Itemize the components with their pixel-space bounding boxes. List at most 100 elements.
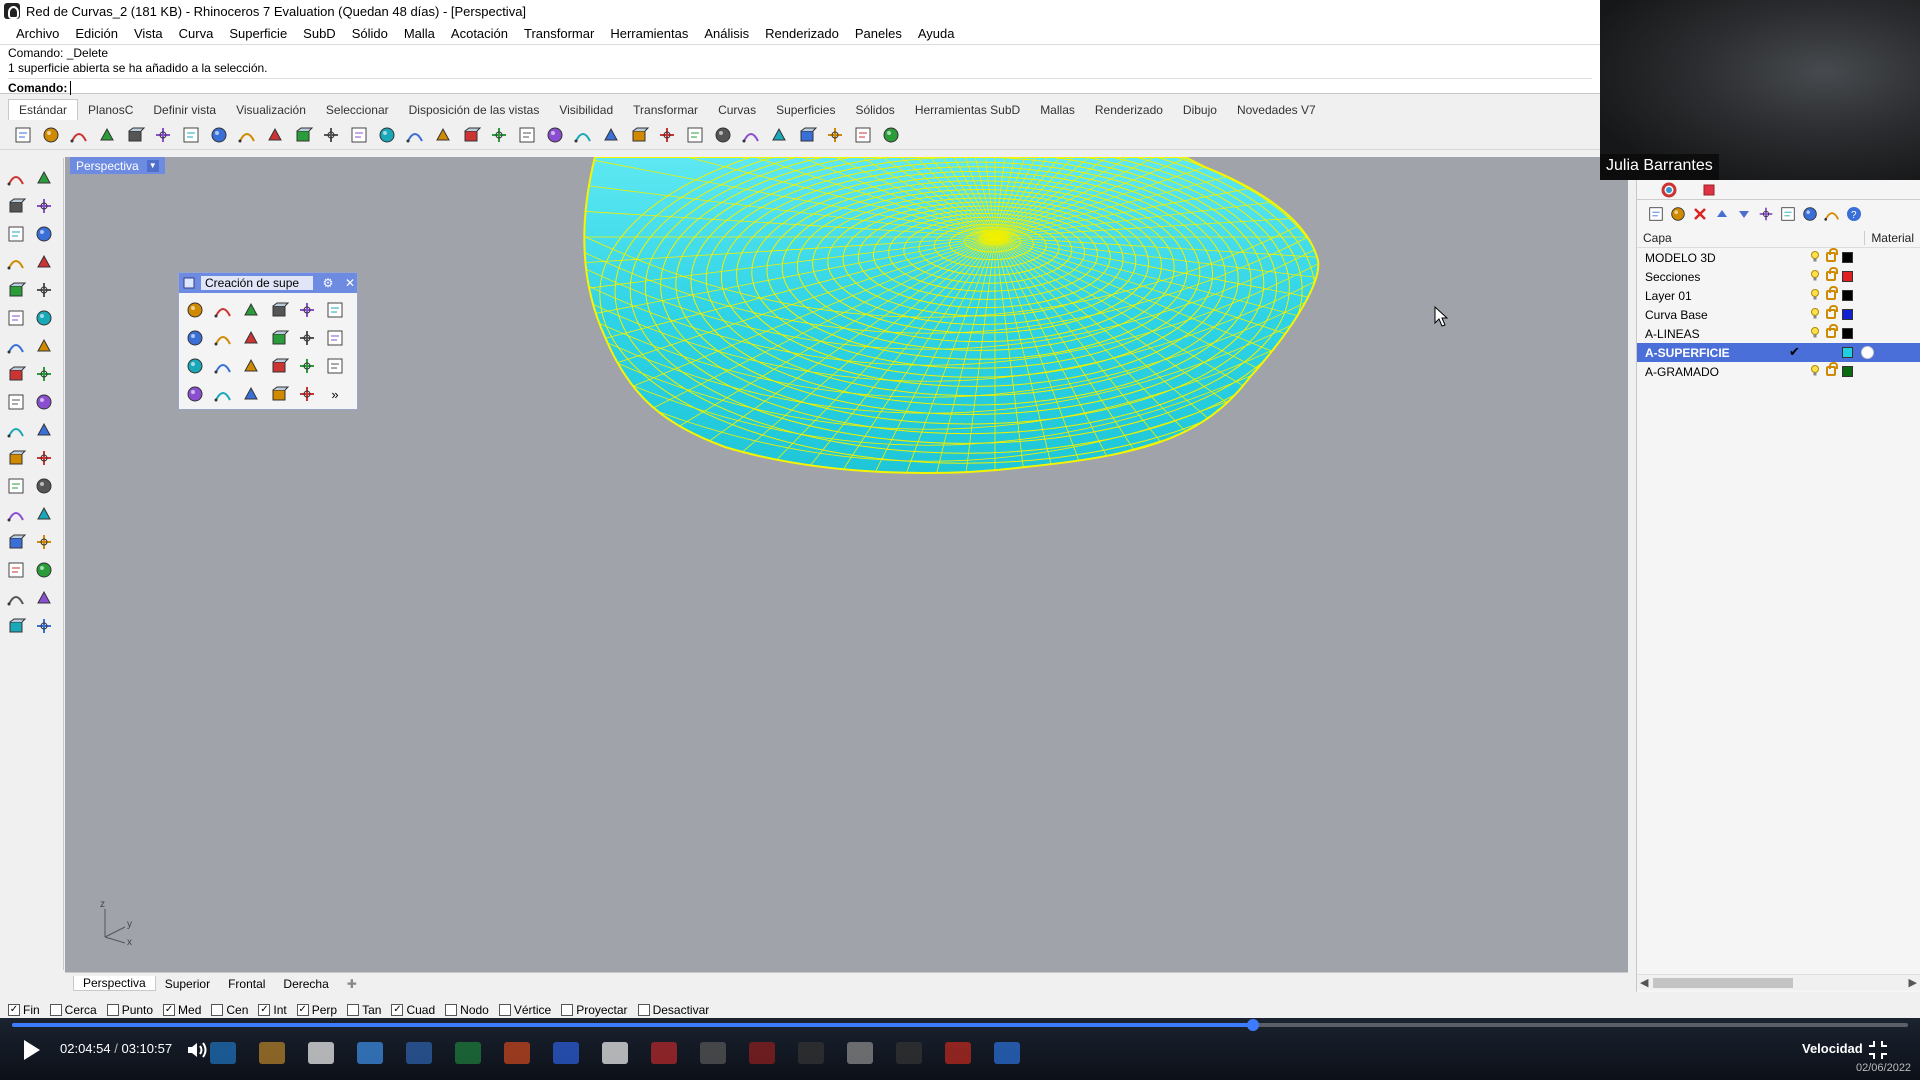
bulb-icon[interactable] bbox=[1810, 308, 1820, 320]
toolbar-tab[interactable]: Definir vista bbox=[143, 100, 226, 120]
toolbar-tab[interactable]: Visibilidad bbox=[549, 100, 623, 120]
surface-creation-toolbox[interactable]: Creación de supe ⚙ ✕ » bbox=[178, 272, 358, 410]
zoom-dynamic-icon[interactable] bbox=[432, 124, 454, 146]
osnap-punto[interactable]: Punto bbox=[106, 1003, 153, 1017]
more-icon[interactable]: » bbox=[323, 383, 347, 405]
lock-icon[interactable] bbox=[1826, 248, 1838, 262]
surface-from-points-icon[interactable] bbox=[183, 299, 207, 321]
video-progress-track[interactable] bbox=[12, 1019, 1908, 1031]
menu-item[interactable]: Transformar bbox=[516, 26, 602, 41]
sweep-icon[interactable] bbox=[323, 299, 347, 321]
zoom-window-icon[interactable] bbox=[348, 124, 370, 146]
delete-layer-icon[interactable] bbox=[1691, 205, 1709, 223]
spark-icon[interactable] bbox=[32, 390, 56, 413]
menu-item[interactable]: Acotación bbox=[443, 26, 516, 41]
pan-hand-icon[interactable] bbox=[264, 124, 286, 146]
add-viewport-tab-icon[interactable]: ✚ bbox=[338, 977, 366, 991]
save-icon[interactable] bbox=[68, 124, 90, 146]
toolbar-tab[interactable]: Disposición de las vistas bbox=[399, 100, 550, 120]
checkbox[interactable] bbox=[347, 1004, 360, 1016]
curve-edit-icon[interactable] bbox=[32, 194, 56, 217]
drape-icon[interactable] bbox=[295, 383, 319, 405]
polygon-icon[interactable] bbox=[4, 278, 28, 301]
menu-item[interactable]: Herramientas bbox=[602, 26, 696, 41]
layer-row[interactable]: A-LINEAS bbox=[1637, 324, 1920, 343]
osnap-vértice[interactable]: Vértice bbox=[498, 1003, 551, 1017]
viewport-tab[interactable]: Perspectiva bbox=[73, 976, 156, 991]
new-file-icon[interactable] bbox=[12, 124, 34, 146]
toolbar-tab[interactable]: Visualización bbox=[226, 100, 316, 120]
shade-sphere-icon[interactable] bbox=[684, 124, 706, 146]
scale-icon[interactable] bbox=[32, 502, 56, 525]
arc-icon[interactable] bbox=[32, 278, 56, 301]
viewport-tab[interactable]: Superior bbox=[156, 977, 219, 991]
osnap-fin[interactable]: ✓ Fin bbox=[8, 1003, 40, 1017]
paint-icon[interactable] bbox=[32, 614, 56, 637]
menu-item[interactable]: Archivo bbox=[8, 26, 67, 41]
globe-icon[interactable] bbox=[852, 124, 874, 146]
move-up-icon[interactable] bbox=[1713, 205, 1731, 223]
viewport-title[interactable]: Perspectiva ▼ bbox=[70, 157, 165, 174]
select-arrow-icon[interactable] bbox=[4, 166, 28, 189]
cube-surface-icon[interactable] bbox=[183, 355, 207, 377]
menu-item[interactable]: Paneles bbox=[847, 26, 910, 41]
fillet-icon[interactable] bbox=[4, 474, 28, 497]
align-icon[interactable] bbox=[32, 418, 56, 441]
check-icon[interactable] bbox=[32, 586, 56, 609]
toolbox-header[interactable]: Creación de supe ⚙ ✕ bbox=[179, 273, 357, 293]
text-icon[interactable] bbox=[4, 502, 28, 525]
checkbox[interactable] bbox=[498, 1004, 511, 1016]
material-sphere-icon[interactable] bbox=[740, 124, 762, 146]
help-icon[interactable]: ? bbox=[1845, 205, 1863, 223]
lock-icon[interactable] bbox=[1826, 286, 1838, 300]
layer-row[interactable]: A-GRAMADO bbox=[1637, 362, 1920, 381]
mirror-icon[interactable] bbox=[32, 530, 56, 553]
osnap-int[interactable]: ✓ Int bbox=[258, 1003, 287, 1017]
toolbar-tab[interactable]: Transformar bbox=[623, 100, 708, 120]
fullscreen-exit-icon[interactable] bbox=[1868, 1040, 1888, 1060]
lock-icon[interactable] bbox=[1826, 267, 1838, 281]
rotate-view-icon[interactable] bbox=[292, 124, 314, 146]
tools-icon[interactable] bbox=[1823, 205, 1841, 223]
properties-tab-icon[interactable] bbox=[1657, 181, 1681, 199]
box-solid-icon[interactable] bbox=[4, 334, 28, 357]
command-input[interactable] bbox=[70, 81, 1471, 95]
lock-icon[interactable] bbox=[600, 124, 622, 146]
layer-color-swatch[interactable] bbox=[1842, 366, 1853, 377]
analyze-icon[interactable] bbox=[4, 586, 28, 609]
car-render-icon[interactable] bbox=[516, 124, 538, 146]
revolve-icon[interactable] bbox=[267, 327, 291, 349]
menu-item[interactable]: SubD bbox=[295, 26, 344, 41]
layer-row[interactable]: Secciones bbox=[1637, 267, 1920, 286]
toolbar-tab[interactable]: Novedades V7 bbox=[1227, 100, 1326, 120]
video-progress-knob[interactable] bbox=[1246, 1019, 1259, 1031]
scroll-left-icon[interactable]: ◀ bbox=[1640, 976, 1648, 989]
open-folder-icon[interactable] bbox=[40, 124, 62, 146]
gumball-icon[interactable] bbox=[32, 558, 56, 581]
toolbar-tab[interactable]: Superficies bbox=[766, 100, 845, 120]
plane-icon[interactable] bbox=[295, 299, 319, 321]
rectangle-icon[interactable] bbox=[32, 250, 56, 273]
menu-item[interactable]: Ayuda bbox=[910, 26, 963, 41]
osnap-tan[interactable]: Tan bbox=[347, 1003, 381, 1017]
move-parent-icon[interactable] bbox=[1757, 205, 1775, 223]
checkbox[interactable] bbox=[211, 1004, 224, 1016]
toolbar-tab[interactable]: Estándar bbox=[8, 99, 79, 120]
zoom-extents-icon[interactable] bbox=[376, 124, 398, 146]
toolbar-tab[interactable]: Mallas bbox=[1030, 100, 1085, 120]
filter-icon[interactable] bbox=[1779, 205, 1797, 223]
sphere-solid-icon[interactable] bbox=[32, 334, 56, 357]
checkbox[interactable]: ✓ bbox=[8, 1004, 20, 1016]
lock-icon[interactable] bbox=[1826, 362, 1838, 376]
torus-icon[interactable] bbox=[323, 355, 347, 377]
zoom-icon[interactable] bbox=[320, 124, 342, 146]
osnap-cuad[interactable]: ✓ Cuad bbox=[391, 1003, 435, 1017]
layer-color-swatch[interactable] bbox=[1842, 271, 1853, 282]
bulb-icon[interactable] bbox=[1810, 289, 1820, 301]
explode-icon[interactable] bbox=[4, 390, 28, 413]
ellipse-icon[interactable] bbox=[32, 222, 56, 245]
osnap-perp[interactable]: ✓ Perp bbox=[296, 1003, 337, 1017]
group-icon[interactable] bbox=[32, 446, 56, 469]
four-viewports-icon[interactable] bbox=[460, 124, 482, 146]
layer-row[interactable]: Curva Base bbox=[1637, 305, 1920, 324]
